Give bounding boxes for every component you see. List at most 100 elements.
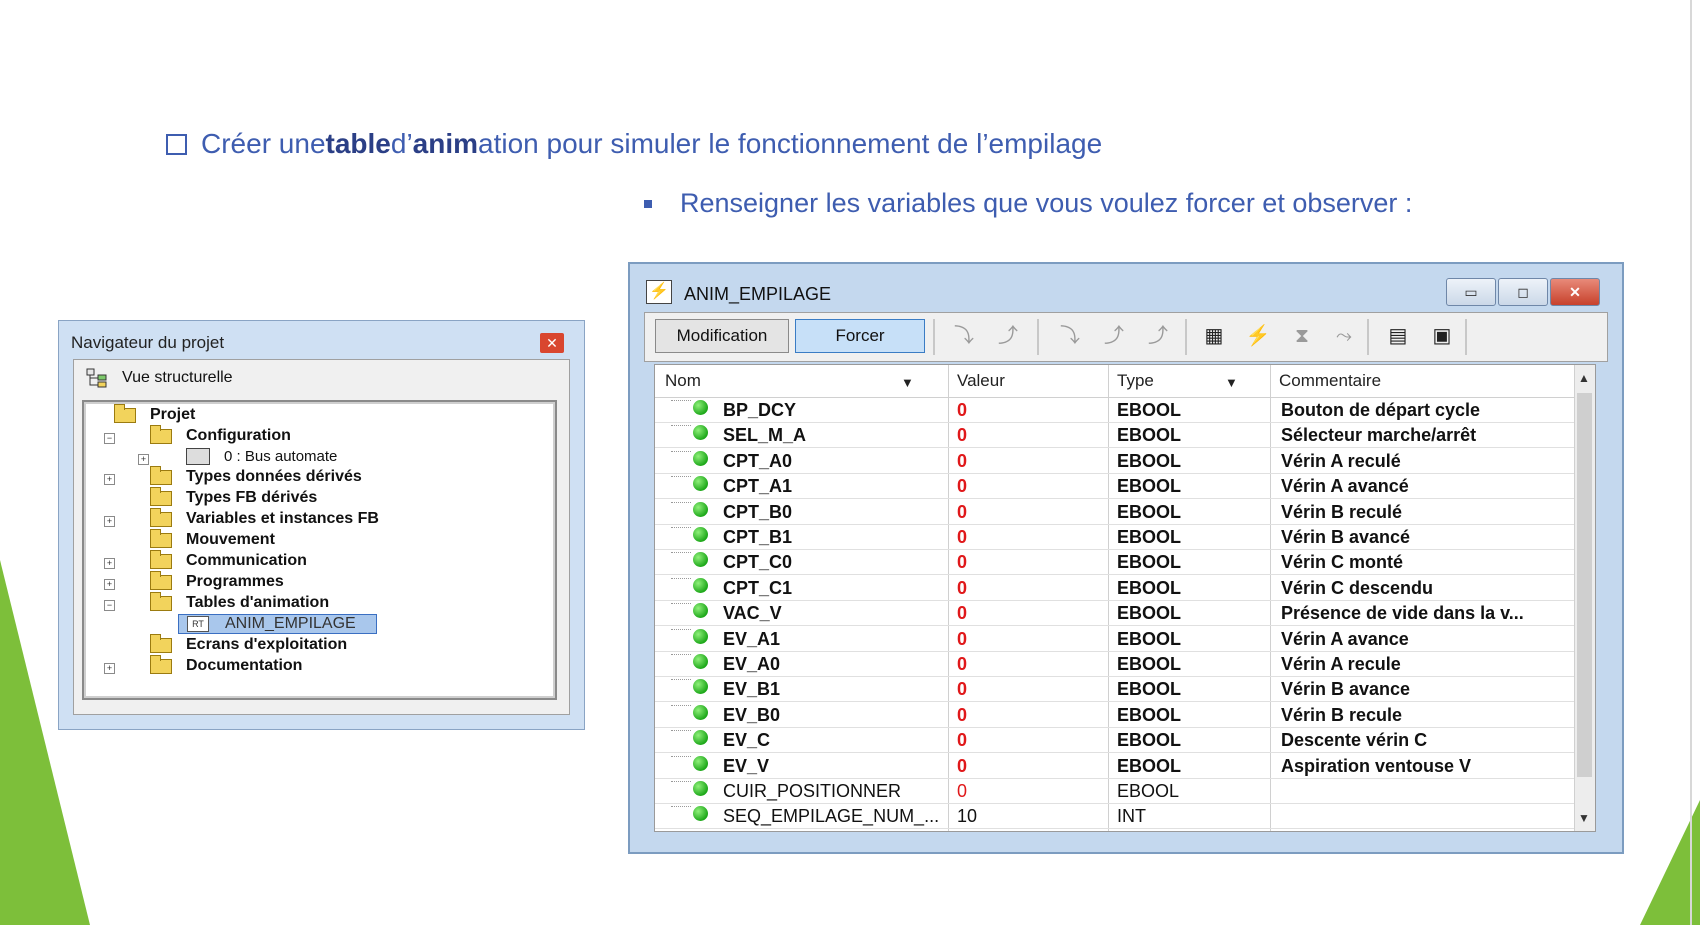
set-one-icon[interactable]: ⤴ [1101,323,1127,349]
table-row[interactable]: CPT_A1 0 EBOOL Vérin A avancé [655,474,1575,499]
folder-icon [150,654,172,674]
cell-nom: EV_V [723,755,770,776]
tree-node-programmes[interactable]: Programmes [150,570,284,591]
cell-valeur[interactable]: 0 [957,705,967,726]
animation-table-grid: Nom ▼ Valeur Type ▼ Commentaire BP_DCY 0 E… [654,364,1596,832]
force-one-icon[interactable]: ⤴ [995,323,1021,349]
status-led-icon [693,755,708,771]
table-row[interactable]: EV_A0 0 EBOOL Vérin A recule [655,652,1575,677]
table-row[interactable]: CUIR_POSITIONNER 0 EBOOL [655,779,1575,804]
bullet-fill-variables: Renseigner les variables que vous voulez… [644,188,1412,219]
tree-node-types-derives[interactable]: Types données dérivés [150,465,362,486]
table-edit-icon[interactable]: ▤ [1385,323,1411,349]
maximize-button[interactable]: ◻ [1498,278,1548,306]
table-row[interactable]: CPT_A0 0 EBOOL Vérin A reculé [655,449,1575,474]
cell-valeur[interactable]: 0 [957,781,967,802]
unforce-icon[interactable]: ⤴ [1145,323,1171,349]
table-row[interactable]: EV_V 0 EBOOL Aspiration ventouse V [655,754,1575,779]
table-row[interactable]: CPT_C1 0 EBOOL Vérin C descendu [655,576,1575,601]
modification-button[interactable]: Modification [655,319,789,353]
tree-node-configuration[interactable]: Configuration [150,424,291,445]
cell-valeur[interactable]: 0 [957,476,967,497]
table-row[interactable]: CPT_C0 0 EBOOL Vérin C monté [655,550,1575,575]
table-row[interactable]: SEL_M_A 0 EBOOL Sélecteur marche/arrêt [655,423,1575,448]
sort-dropdown-icon[interactable]: ▼ [901,375,914,390]
tree-node-anim-empilage[interactable]: RT ANIM_EMPILAGE [178,614,377,634]
column-header-type[interactable]: Type [1117,371,1154,391]
tree-node-types-fb[interactable]: Types FB dérivés [150,486,317,507]
force-zero-icon[interactable]: ⤵ [951,323,977,349]
cell-valeur[interactable]: 0 [957,730,967,751]
cell-valeur[interactable]: 0 [957,756,967,777]
table-row[interactable]: SEQ_EMPILAGE_NUM_... 10 INT [655,804,1575,829]
expand-icon[interactable]: + [104,663,115,674]
expand-icon[interactable]: + [104,516,115,527]
set-zero-icon[interactable]: ⤵ [1057,323,1083,349]
tree-node-ecrans[interactable]: Ecrans d'exploitation [150,633,348,654]
tree-node-communication[interactable]: Communication [150,549,307,570]
collapse-icon[interactable]: − [104,600,115,611]
inspect-icon[interactable]: ⧗ [1289,323,1315,349]
cell-commentaire: Vérin B recule [1281,704,1403,725]
table-row[interactable]: CPT_B0 0 EBOOL Vérin B reculé [655,500,1575,525]
cell-valeur[interactable]: 0 [957,654,967,675]
tree-node-tables-animation[interactable]: Tables d'animation [150,591,329,612]
force-button[interactable]: Forcer [795,319,925,353]
status-led-icon [693,806,708,822]
table-row[interactable]: CPT_B1 0 EBOOL Vérin B avancé [655,525,1575,550]
animation-table-window-icon: ⚡ [646,280,672,304]
cell-type: EBOOL [1117,781,1180,801]
tree-node-projet[interactable]: Projet [114,403,195,424]
cell-valeur[interactable]: 0 [957,502,967,523]
cell-valeur[interactable]: 0 [957,451,967,472]
cell-valeur[interactable]: 10 [957,806,977,827]
tree-node-mouvement[interactable]: Mouvement [150,528,275,549]
cell-valeur[interactable]: 0 [957,425,967,446]
toolbar-separator [1367,319,1369,355]
vertical-scrollbar[interactable]: ▲ ▼ [1574,365,1595,831]
rt-icon[interactable]: ▣ [1429,323,1455,349]
lightning-icon[interactable]: ⚡ [1245,323,1271,349]
expand-icon[interactable]: + [104,579,115,590]
expand-icon[interactable]: + [104,474,115,485]
folder-icon [150,633,172,653]
tree-connector [671,577,691,580]
close-button[interactable]: ✕ [1550,278,1600,306]
expand-icon[interactable]: + [138,454,149,465]
tree-label: Ecrans d'exploitation [186,636,348,653]
column-header-nom[interactable]: Nom [665,371,701,391]
scroll-up-arrow-icon[interactable]: ▲ [1578,371,1590,385]
table-row[interactable]: VAC_V 0 EBOOL Présence de vide dans la v... [655,601,1575,626]
column-header-valeur[interactable]: Valeur [957,371,1005,391]
folder-icon [150,549,172,569]
table-row[interactable]: BP_DCY 0 EBOOL Bouton de départ cycle [655,398,1575,423]
multiple-force-icon[interactable]: ⤳ [1331,323,1357,349]
cell-valeur[interactable]: 0 [957,400,967,421]
tree-node-bus[interactable]: 0 : Bus automate [186,448,337,465]
tree-node-variables-fb[interactable]: Variables et instances FB [150,507,379,528]
cell-valeur[interactable]: 0 [957,578,967,599]
collapse-icon[interactable]: − [104,433,115,444]
structural-view-tab[interactable]: Vue structurelle [86,368,233,388]
cell-valeur[interactable]: 0 [957,629,967,650]
scrollbar-thumb[interactable] [1577,393,1592,777]
minimize-button[interactable]: ▭ [1446,278,1496,306]
column-header-commentaire[interactable]: Commentaire [1279,371,1381,391]
table-row[interactable]: EV_B0 0 EBOOL Vérin B recule [655,703,1575,728]
cell-commentaire: Descente vérin C [1281,730,1428,751]
status-led-icon [693,577,708,593]
cell-valeur[interactable]: 0 [957,603,967,624]
table-row[interactable]: EV_C 0 EBOOL Descente vérin C [655,728,1575,753]
type-dropdown-icon[interactable]: ▼ [1225,375,1238,390]
toolbar-separator [1465,319,1467,355]
cell-valeur[interactable]: 0 [957,527,967,548]
table-row[interactable]: EV_B1 0 EBOOL Vérin B avance [655,677,1575,702]
cell-valeur[interactable]: 0 [957,679,967,700]
expand-icon[interactable]: + [104,558,115,569]
cell-valeur[interactable]: 0 [957,552,967,573]
scroll-down-arrow-icon[interactable]: ▼ [1578,811,1590,825]
tree-node-documentation[interactable]: Documentation [150,654,302,675]
navigator-close-button[interactable]: ✕ [540,333,564,353]
grid-icon[interactable]: ▦ [1201,323,1227,349]
table-row[interactable]: EV_A1 0 EBOOL Vérin A avance [655,627,1575,652]
